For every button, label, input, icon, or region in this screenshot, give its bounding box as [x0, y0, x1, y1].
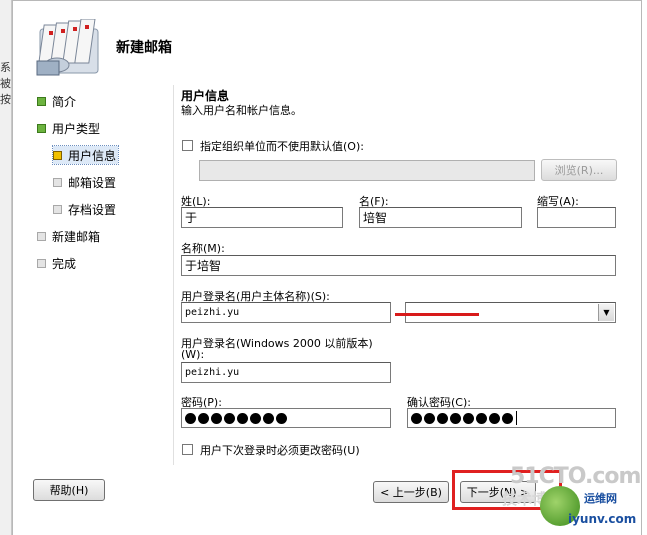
- text-caret: [516, 411, 517, 425]
- step-done-icon: [37, 96, 46, 106]
- step-pending-icon: [53, 204, 62, 214]
- step-label: 新建邮箱: [52, 229, 101, 244]
- step-finish: 完成: [37, 254, 76, 272]
- background-char: 按: [0, 93, 11, 106]
- step-new-mailbox: 新建邮箱: [37, 227, 100, 245]
- password-dot: [198, 412, 209, 424]
- password-dot: [185, 412, 196, 424]
- name-field[interactable]: 于培智: [181, 255, 616, 276]
- password-dot: [411, 412, 422, 424]
- change-password-label: 用户下次登录时必须更改密码(U): [200, 444, 360, 457]
- password-dot: [250, 412, 261, 424]
- password-dot: [237, 412, 248, 424]
- name-label: 名称(M):: [181, 242, 225, 255]
- step-done-icon: [37, 123, 46, 133]
- step-label: 用户类型: [52, 121, 101, 136]
- chevron-down-icon[interactable]: ▼: [598, 304, 614, 321]
- background-char: 系: [0, 61, 11, 74]
- password-dot: [489, 412, 500, 424]
- password-dot: [276, 412, 287, 424]
- back-button[interactable]: < 上一步(B): [373, 481, 449, 503]
- step-current-icon: [53, 150, 62, 160]
- step-label: 用户信息: [68, 148, 117, 163]
- password-dot: [211, 412, 222, 424]
- pre2000-label: 用户登录名(Windows 2000 以前版本): [181, 337, 373, 350]
- watermark-url: iyunv.com: [568, 512, 637, 526]
- wizard-title: 新建邮箱: [116, 40, 172, 56]
- watermark-brand: 运维网: [584, 492, 617, 505]
- step-mailbox-settings: 邮箱设置: [53, 173, 116, 191]
- confirm-password-field[interactable]: [407, 408, 616, 428]
- mailbox-stack-icon: [35, 18, 105, 79]
- step-pending-icon: [37, 258, 46, 268]
- pre2000-label-suffix: (W):: [181, 348, 205, 361]
- step-label: 完成: [52, 256, 77, 271]
- password-dot: [450, 412, 461, 424]
- upn-field[interactable]: peizhi.yu: [181, 302, 391, 323]
- step-label: 邮箱设置: [68, 175, 117, 190]
- step-pending-icon: [53, 177, 62, 187]
- step-label: 简介: [52, 94, 77, 109]
- red-redaction-line: [395, 313, 479, 316]
- browse-button[interactable]: 浏览(R)...: [541, 159, 617, 181]
- specify-ou-checkbox[interactable]: [182, 140, 193, 151]
- password-dot: [463, 412, 474, 424]
- step-user-type: 用户类型: [37, 119, 100, 137]
- step-label: 存档设置: [68, 202, 117, 217]
- help-button[interactable]: 帮助(H): [33, 479, 105, 501]
- step-archive-settings: 存档设置: [53, 200, 116, 218]
- wizard-header: 新建邮箱: [13, 1, 641, 85]
- new-mailbox-wizard: 新建邮箱 简介 用户类型 用户信息 邮箱设置 存档设置 新建邮箱 完成 用户信息…: [12, 0, 642, 535]
- step-intro: 简介: [37, 92, 76, 110]
- section-subtitle: 输入用户名和帐户信息。: [181, 104, 302, 117]
- background-char: 被: [0, 77, 11, 90]
- password-dot: [224, 412, 235, 424]
- step-pending-icon: [37, 231, 46, 241]
- initials-field[interactable]: [537, 207, 616, 228]
- password-dot: [437, 412, 448, 424]
- wizard-steps: 简介 用户类型 用户信息 邮箱设置 存档设置 新建邮箱 完成: [13, 85, 163, 465]
- password-dot: [476, 412, 487, 424]
- specify-ou-label: 指定组织单位而不使用默认值(O):: [200, 140, 364, 153]
- watermark-51cto: 51CTO.com: [510, 464, 641, 489]
- password-dot: [502, 412, 513, 424]
- change-password-checkbox[interactable]: [182, 444, 193, 455]
- password-dot: [424, 412, 435, 424]
- step-user-info: 用户信息: [51, 145, 120, 165]
- first-name-field[interactable]: 培智: [359, 207, 522, 228]
- password-dot: [263, 412, 274, 424]
- background-window-edge: 系 被 按: [0, 0, 12, 535]
- pre2000-field[interactable]: peizhi.yu: [181, 362, 391, 383]
- ou-path-field[interactable]: [199, 160, 535, 181]
- password-field[interactable]: [181, 408, 391, 428]
- user-info-panel: 用户信息 输入用户名和帐户信息。 指定组织单位而不使用默认值(O): 浏览(R)…: [173, 85, 635, 465]
- last-name-field[interactable]: 于: [181, 207, 343, 228]
